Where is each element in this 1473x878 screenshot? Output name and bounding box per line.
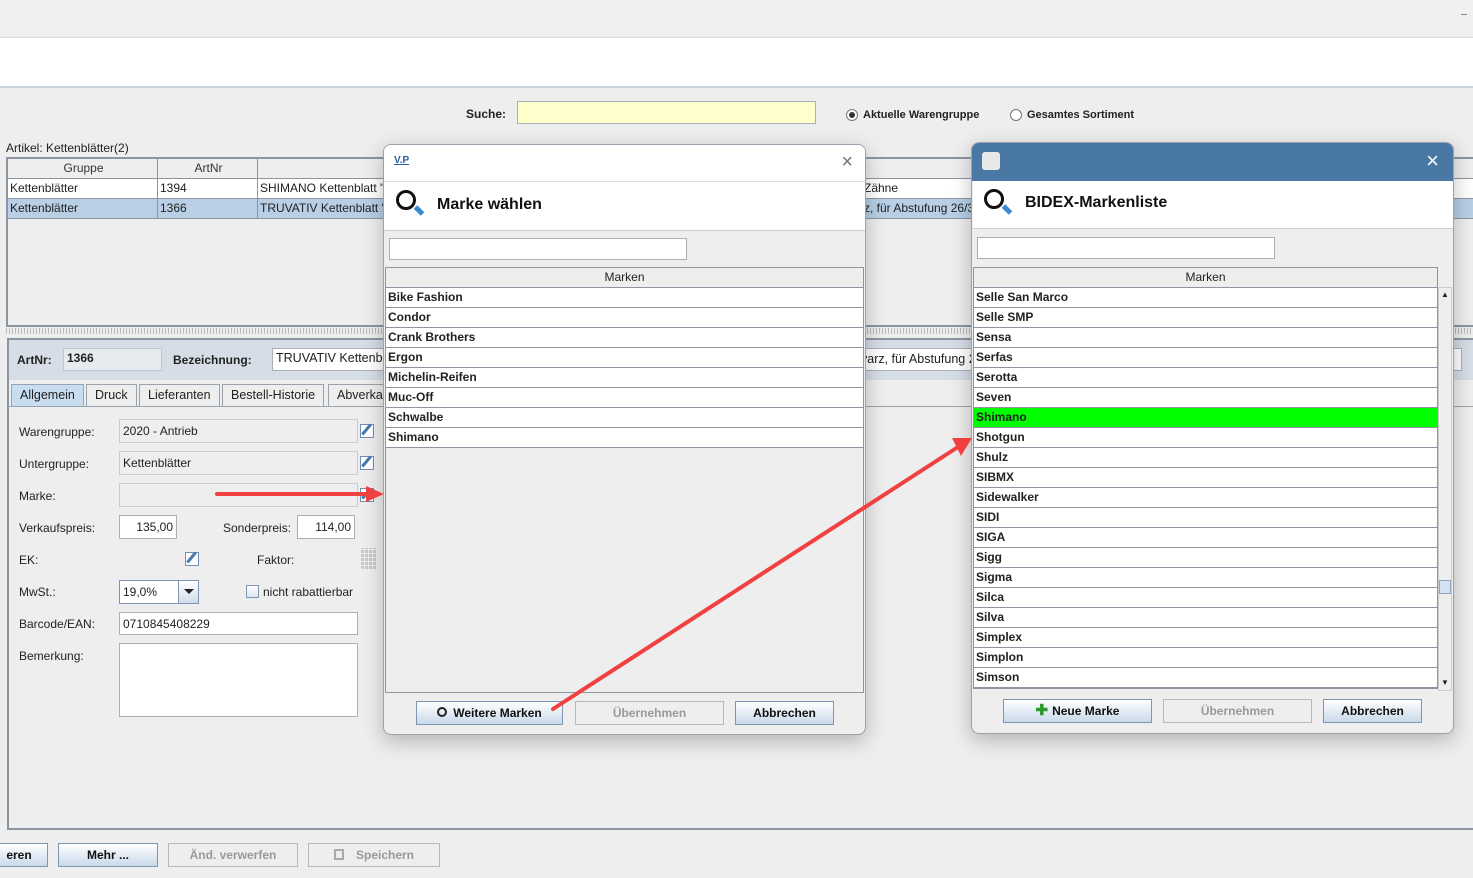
arrow-to-bidex-list bbox=[551, 445, 960, 711]
annotation-arrows bbox=[215, 438, 972, 711]
arrowhead bbox=[366, 486, 384, 502]
